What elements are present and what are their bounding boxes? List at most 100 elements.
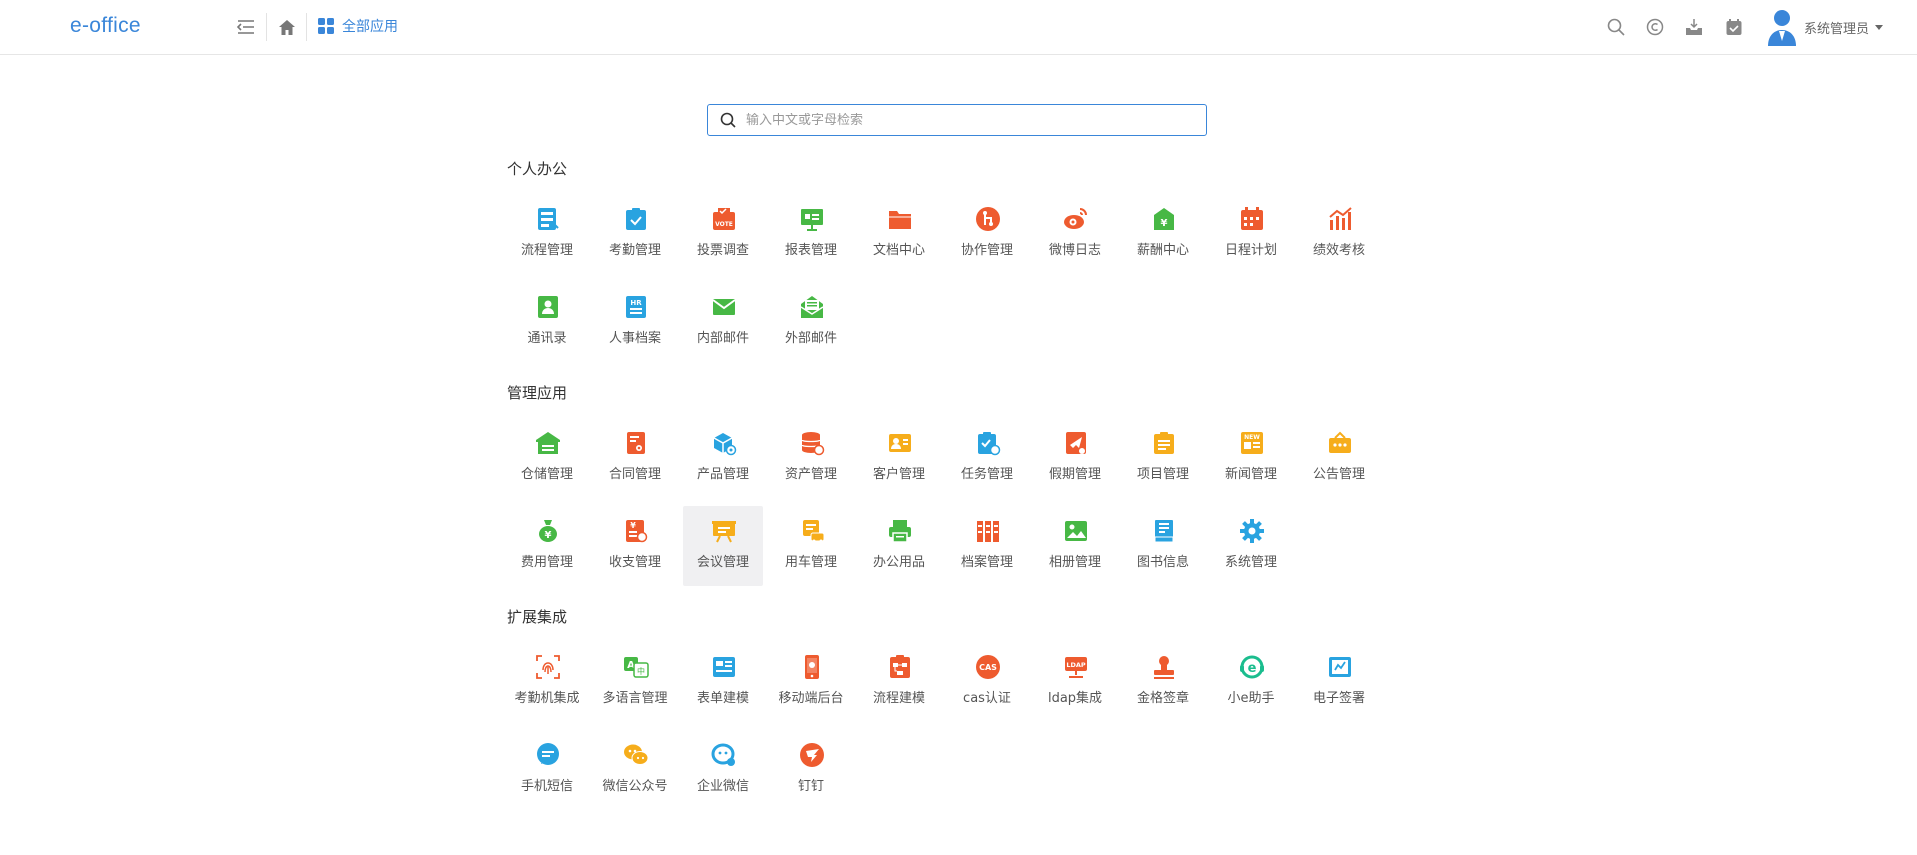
app-label: 考勤机集成 — [514, 691, 580, 706]
task-clipboard-icon — [975, 430, 1001, 456]
clipboard-check-icon — [623, 206, 649, 232]
app-tile[interactable]: 相册管理 — [1035, 506, 1115, 586]
app-tile[interactable]: 通讯录 — [507, 282, 587, 362]
app-tile[interactable]: 文档中心 — [859, 194, 939, 274]
archive-icon — [975, 518, 1001, 544]
mail-icon — [711, 294, 737, 320]
svg-text:¥: ¥ — [630, 521, 636, 530]
income-expense-icon: ¥ — [623, 518, 649, 544]
svg-text:NEW: NEW — [1244, 434, 1260, 441]
apps-grid-icon — [318, 18, 334, 34]
app-tile[interactable]: 资产管理 — [771, 418, 851, 498]
app-label: 档案管理 — [960, 555, 1013, 570]
app-tile[interactable]: 合同管理 — [595, 418, 675, 498]
top-bar: e-office 全部应用 系统管理员 — [0, 0, 1917, 55]
app-tile[interactable]: A 中多语言管理 — [595, 642, 675, 722]
app-tile[interactable]: 流程管理 — [507, 194, 587, 274]
breadcrumb-all-apps[interactable]: 全部应用 — [318, 16, 398, 36]
calendar-check-icon[interactable] — [1721, 14, 1747, 40]
app-tile[interactable]: ¥ 薪酬中心 — [1123, 194, 1203, 274]
app-tile[interactable]: e 小e助手 — [1211, 642, 1291, 722]
svg-text:e: e — [1248, 661, 1257, 676]
language-icon: A中 — [623, 654, 649, 680]
app-tile[interactable]: 绩效考核 — [1299, 194, 1379, 274]
app-tile[interactable]: 报表管理 — [771, 194, 851, 274]
app-tile[interactable]: 图书信息 — [1123, 506, 1203, 586]
app-tile[interactable]: 产品管理 — [683, 418, 763, 498]
app-label: 金格签章 — [1136, 691, 1189, 706]
app-tile[interactable]: 任务管理 — [947, 418, 1027, 498]
app-tile[interactable]: VOTE 投票调查 — [683, 194, 763, 274]
app-tile[interactable]: 金格签章 — [1123, 642, 1203, 722]
calendar-icon — [1239, 206, 1265, 232]
app-tile[interactable]: 钉钉 — [771, 730, 851, 810]
contract-icon — [623, 430, 649, 456]
app-tile[interactable]: 用车管理 — [771, 506, 851, 586]
app-tile[interactable]: LDAP ldap集成 — [1035, 642, 1115, 722]
app-tile[interactable]: CAS cas认证 — [947, 642, 1027, 722]
app-tile[interactable]: ¥ 收支管理 — [595, 506, 675, 586]
app-tile[interactable]: 办公用品 — [859, 506, 939, 586]
product-box-icon — [711, 430, 737, 456]
app-tile[interactable]: 电子签署 — [1299, 642, 1379, 722]
ldap-icon: LDAP — [1063, 654, 1089, 680]
photo-album-icon — [1063, 518, 1089, 544]
app-tile[interactable]: 公告管理 — [1299, 418, 1379, 498]
flowchart-icon — [535, 206, 561, 232]
app-tile[interactable]: 考勤机集成 — [507, 642, 587, 722]
app-tile[interactable]: 微信公众号 — [595, 730, 675, 810]
home-icon[interactable] — [274, 14, 300, 40]
app-label: 手机短信 — [520, 779, 573, 794]
copyright-icon[interactable] — [1642, 14, 1668, 40]
app-tile[interactable]: 流程建模 — [859, 642, 939, 722]
collapse-menu-icon[interactable] — [233, 14, 259, 40]
app-tile[interactable]: 表单建模 — [683, 642, 763, 722]
app-tile[interactable]: 档案管理 — [947, 506, 1027, 586]
app-search-box[interactable] — [707, 104, 1207, 136]
app-label: 相册管理 — [1048, 555, 1101, 570]
app-tile[interactable]: 项目管理 — [1123, 418, 1203, 498]
app-tile[interactable]: 会议管理 — [683, 506, 763, 586]
app-label: 收支管理 — [608, 555, 661, 570]
app-tile[interactable]: 系统管理 — [1211, 506, 1291, 586]
app-label: 外部邮件 — [784, 331, 837, 346]
app-label: 通讯录 — [527, 331, 567, 346]
app-label: 产品管理 — [696, 467, 749, 482]
app-tile[interactable]: HR 人事档案 — [595, 282, 675, 362]
svg-text:VOTE: VOTE — [715, 221, 733, 228]
app-tile[interactable]: 企业微信 — [683, 730, 763, 810]
app-tile[interactable]: NEW 新闻管理 — [1211, 418, 1291, 498]
app-tile[interactable]: 内部邮件 — [683, 282, 763, 362]
app-tile[interactable]: 手机短信 — [507, 730, 587, 810]
breadcrumb-label: 全部应用 — [342, 19, 398, 35]
caret-down-icon — [1875, 24, 1884, 30]
app-tile[interactable]: 移动端后台 — [771, 642, 851, 722]
app-label: 投票调查 — [696, 243, 749, 258]
logo[interactable]: e-office — [70, 14, 141, 38]
user-menu[interactable]: 系统管理员 — [1766, 8, 1884, 46]
app-label: 考勤管理 — [608, 243, 661, 258]
app-tile[interactable]: 微博日志 — [1035, 194, 1115, 274]
app-tile[interactable]: 客户管理 — [859, 418, 939, 498]
form-model-icon — [711, 654, 737, 680]
app-label: 公告管理 — [1312, 467, 1365, 482]
app-tile[interactable]: 日程计划 — [1211, 194, 1291, 274]
app-tile[interactable]: 假期管理 — [1035, 418, 1115, 498]
app-tile[interactable]: 考勤管理 — [595, 194, 675, 274]
assistant-icon: e — [1239, 654, 1265, 680]
app-tile[interactable]: 协作管理 — [947, 194, 1027, 274]
user-name: 系统管理员 — [1804, 21, 1870, 37]
download-tray-icon[interactable] — [1681, 14, 1707, 40]
app-tile[interactable]: ¥ 费用管理 — [507, 506, 587, 586]
car-icon — [799, 518, 825, 544]
app-tile[interactable]: 仓储管理 — [507, 418, 587, 498]
report-board-icon — [799, 206, 825, 232]
app-search-input[interactable] — [746, 112, 1186, 128]
search-icon[interactable] — [1603, 14, 1629, 40]
app-tile[interactable]: 外部邮件 — [771, 282, 851, 362]
app-label: 内部邮件 — [696, 331, 749, 346]
mobile-icon — [799, 654, 825, 680]
open-mail-icon — [799, 294, 825, 320]
svg-text:HR: HR — [630, 299, 642, 307]
app-label: 钉钉 — [797, 779, 824, 794]
